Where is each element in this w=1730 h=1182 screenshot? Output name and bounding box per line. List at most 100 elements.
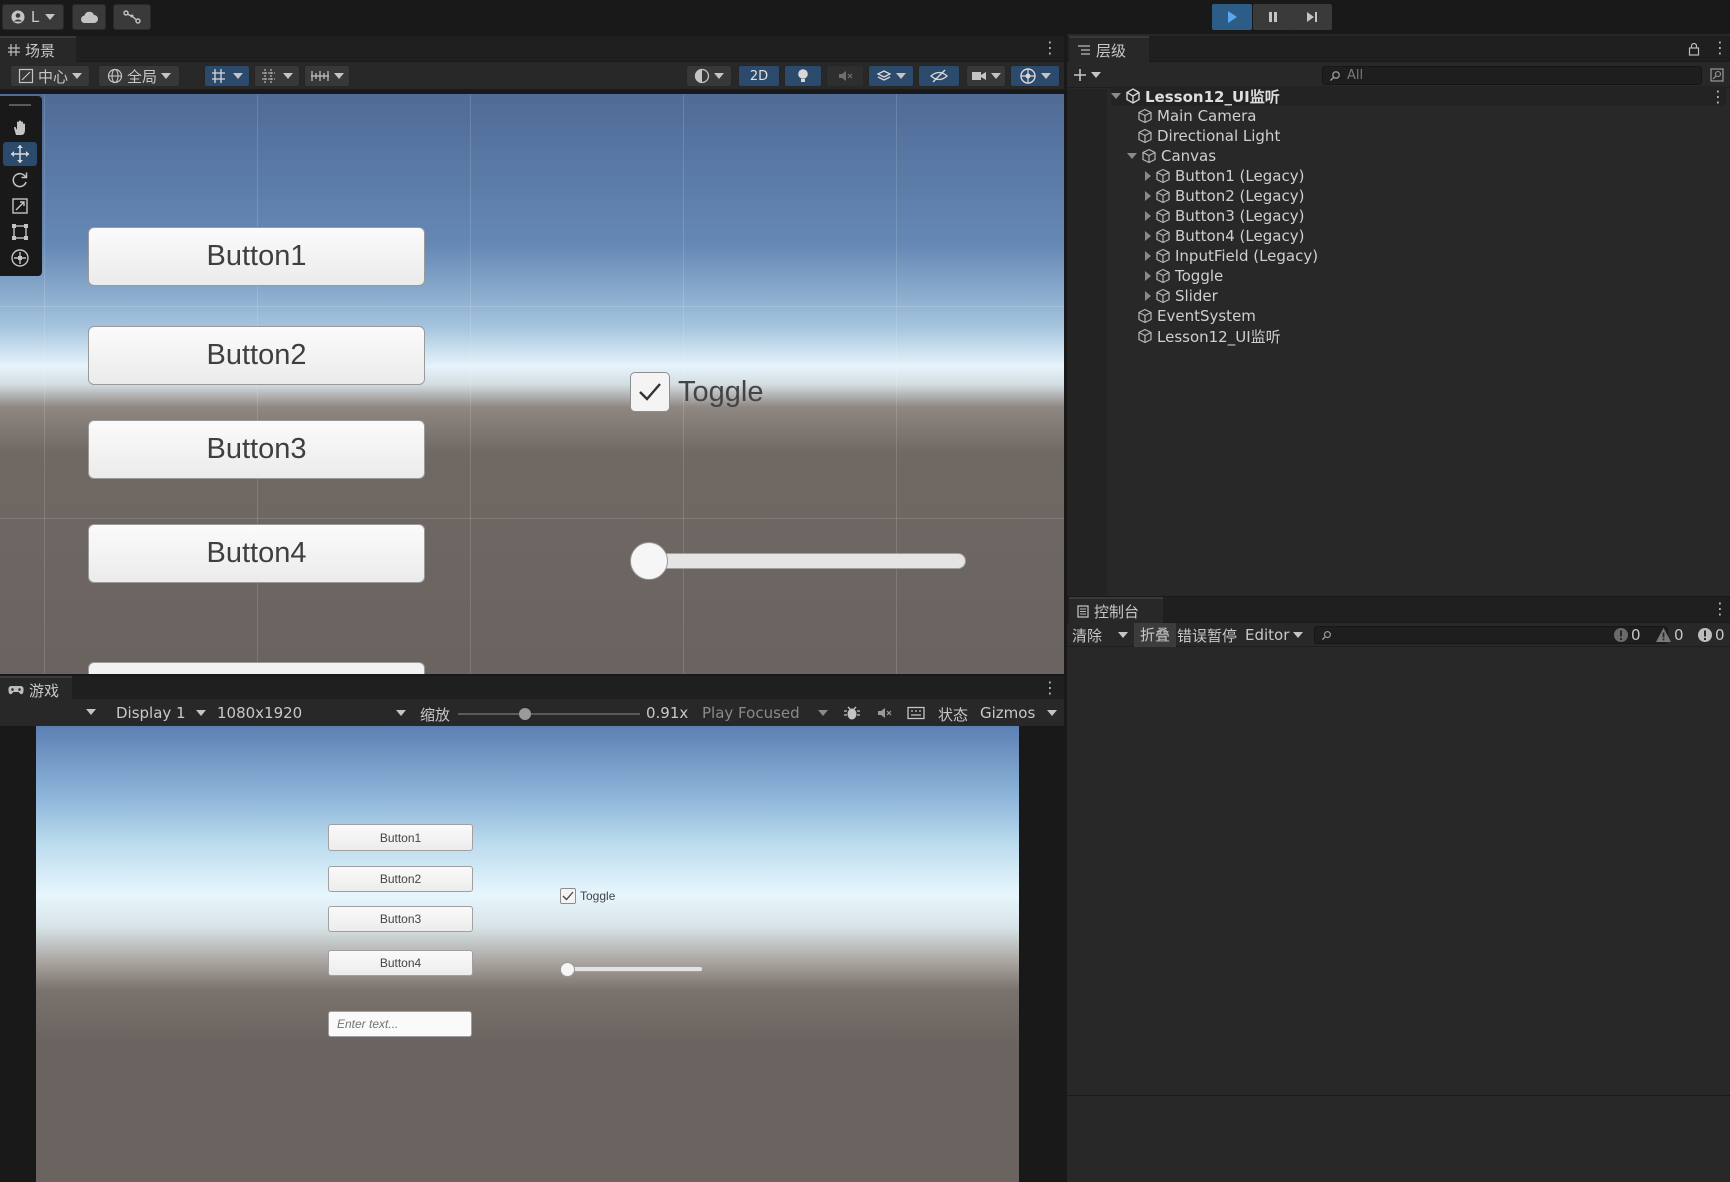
clear-options-dropdown[interactable] [1112,623,1134,647]
hierarchy-item[interactable]: Main Camera [1127,106,1256,126]
grid-snap-button[interactable] [204,65,250,87]
create-dropdown[interactable] [1073,66,1107,84]
pause-button[interactable] [1253,4,1293,30]
game-slider-handle[interactable] [560,962,575,977]
collapse-button[interactable]: 折叠 [1134,623,1177,647]
account-dropdown[interactable]: L [2,4,64,30]
lighting-toggle-button[interactable] [784,65,822,87]
game-slider-track[interactable] [566,966,703,972]
hierarchy-item[interactable]: EventSystem [1127,306,1256,326]
hierarchy-item[interactable]: Slider [1145,286,1218,306]
hidden-objects-button[interactable] [918,65,960,87]
mode-2d-button[interactable]: 2D [738,65,780,87]
hierarchy-item[interactable]: Button1 (Legacy) [1145,166,1304,186]
step-button[interactable] [1292,4,1332,30]
hand-tool[interactable] [3,116,37,140]
play-mode-dropdown[interactable]: Play Focused [694,699,832,727]
game-view-dropdown[interactable] [86,709,96,715]
game-input-field[interactable] [328,1011,472,1037]
clear-button[interactable]: 清除 [1072,625,1102,646]
collapse-arrow-icon[interactable] [1145,171,1151,181]
hierarchy-item[interactable]: Directional Light [1127,126,1280,146]
cloud-button[interactable] [72,4,106,30]
rotate-tool[interactable] [3,168,37,192]
kebab-menu-icon[interactable]: ⋮ [1712,601,1728,617]
audio-toggle-button[interactable] [826,65,864,87]
scene-viewport[interactable]: Button1 Button2 Button3 Button4 Toggle [0,94,1064,674]
game-button-4[interactable]: Button4 [328,950,473,976]
scene-kebab-icon[interactable]: ⋮ [1710,87,1726,106]
kebab-menu-icon[interactable]: ⋮ [1042,40,1058,56]
stats-button[interactable]: 状态 [938,704,968,725]
game-button-1[interactable]: Button1 [328,824,473,851]
tab-scene[interactable]: 场景 [0,36,76,62]
tab-console[interactable]: 控制台 [1069,597,1163,623]
kebab-menu-icon[interactable]: ⋮ [1712,40,1728,56]
game-button-2[interactable]: Button2 [328,866,473,892]
play-button[interactable] [1212,4,1252,30]
resolution-dropdown[interactable]: 1080x1920 [210,699,410,727]
display-dropdown[interactable]: Display 1 [108,699,208,727]
camera-dropdown[interactable] [966,65,1006,87]
scale-slider-track[interactable] [458,713,640,715]
hierarchy-item[interactable]: Button3 (Legacy) [1145,206,1304,226]
gizmos-button[interactable]: Gizmos [980,704,1035,722]
shading-mode-dropdown[interactable] [686,65,732,87]
console-detail-divider[interactable] [1067,1095,1730,1096]
move-tool[interactable] [3,142,37,166]
scene-button-2[interactable]: Button2 [88,326,425,385]
gizmos-dropdown[interactable] [1047,710,1057,716]
collapse-arrow-icon[interactable] [1145,211,1151,221]
hierarchy-item[interactable]: Button2 (Legacy) [1145,186,1304,206]
keyboard-shortcuts-button[interactable] [904,703,928,723]
pivot-dropdown[interactable]: 中心 [10,65,90,87]
collapse-arrow-icon[interactable] [1145,191,1151,201]
palette-drag-handle[interactable] [9,104,31,106]
expand-arrow-icon[interactable] [1111,93,1121,99]
frame-debugger-button[interactable] [840,703,864,723]
gizmos-dropdown[interactable] [1010,65,1060,87]
gamepad-icon [8,686,24,695]
scene-button-4[interactable]: Button4 [88,524,425,583]
hierarchy-scene-row[interactable]: Lesson12_UI监听 ⋮ [1111,86,1726,106]
hierarchy-item[interactable]: Button4 (Legacy) [1145,226,1304,246]
scene-button-1[interactable]: Button1 [88,227,425,286]
collapse-arrow-icon[interactable] [1145,251,1151,261]
scene-button-3[interactable]: Button3 [88,420,425,479]
lock-icon[interactable] [1688,42,1700,56]
effects-dropdown[interactable] [868,65,914,87]
error-pause-button[interactable]: 错误暂停 [1177,625,1237,646]
hierarchy-item[interactable]: Canvas [1127,146,1216,166]
transform-tool[interactable] [3,246,37,270]
grid-visibility-button[interactable] [254,65,300,87]
hierarchy-item[interactable]: Toggle [1145,266,1223,286]
mute-audio-button[interactable] [872,703,896,723]
collapse-arrow-icon[interactable] [1145,291,1151,301]
collapse-arrow-icon[interactable] [1145,271,1151,281]
search-options-icon[interactable] [1710,68,1724,82]
tab-hierarchy[interactable]: 层级 [1069,36,1149,62]
hierarchy-item[interactable]: InputField (Legacy) [1145,246,1318,266]
collapse-arrow-icon[interactable] [1145,231,1151,241]
warning-filter-button[interactable]: 0 [1655,623,1684,647]
expand-arrow-icon[interactable] [1127,153,1137,159]
scene-slider-handle[interactable] [630,542,668,580]
editor-target-dropdown[interactable]: Editor [1245,623,1304,647]
game-button-3[interactable]: Button3 [328,906,473,932]
collab-button[interactable] [113,4,151,30]
error-filter-button[interactable]: 0 [1697,623,1725,647]
hierarchy-item[interactable]: Lesson12_UI监听 [1127,326,1281,346]
increment-snap-button[interactable] [304,65,350,87]
scale-slider-handle[interactable] [519,708,531,720]
space-dropdown[interactable]: 全局 [98,65,180,87]
info-filter-button[interactable]: 0 [1613,623,1641,647]
kebab-menu-icon[interactable]: ⋮ [1042,680,1058,696]
game-toggle-checkbox[interactable] [560,888,576,904]
hierarchy-search-field[interactable]: All [1322,66,1702,85]
rect-tool[interactable] [3,220,37,244]
scale-tool[interactable] [3,194,37,218]
game-viewport[interactable]: Button1 Button2 Button3 Button4 Toggle [36,726,1019,1182]
scene-slider-track[interactable] [642,553,966,569]
scene-toggle-checkbox[interactable] [630,372,670,412]
scene-input-field[interactable] [88,662,425,674]
